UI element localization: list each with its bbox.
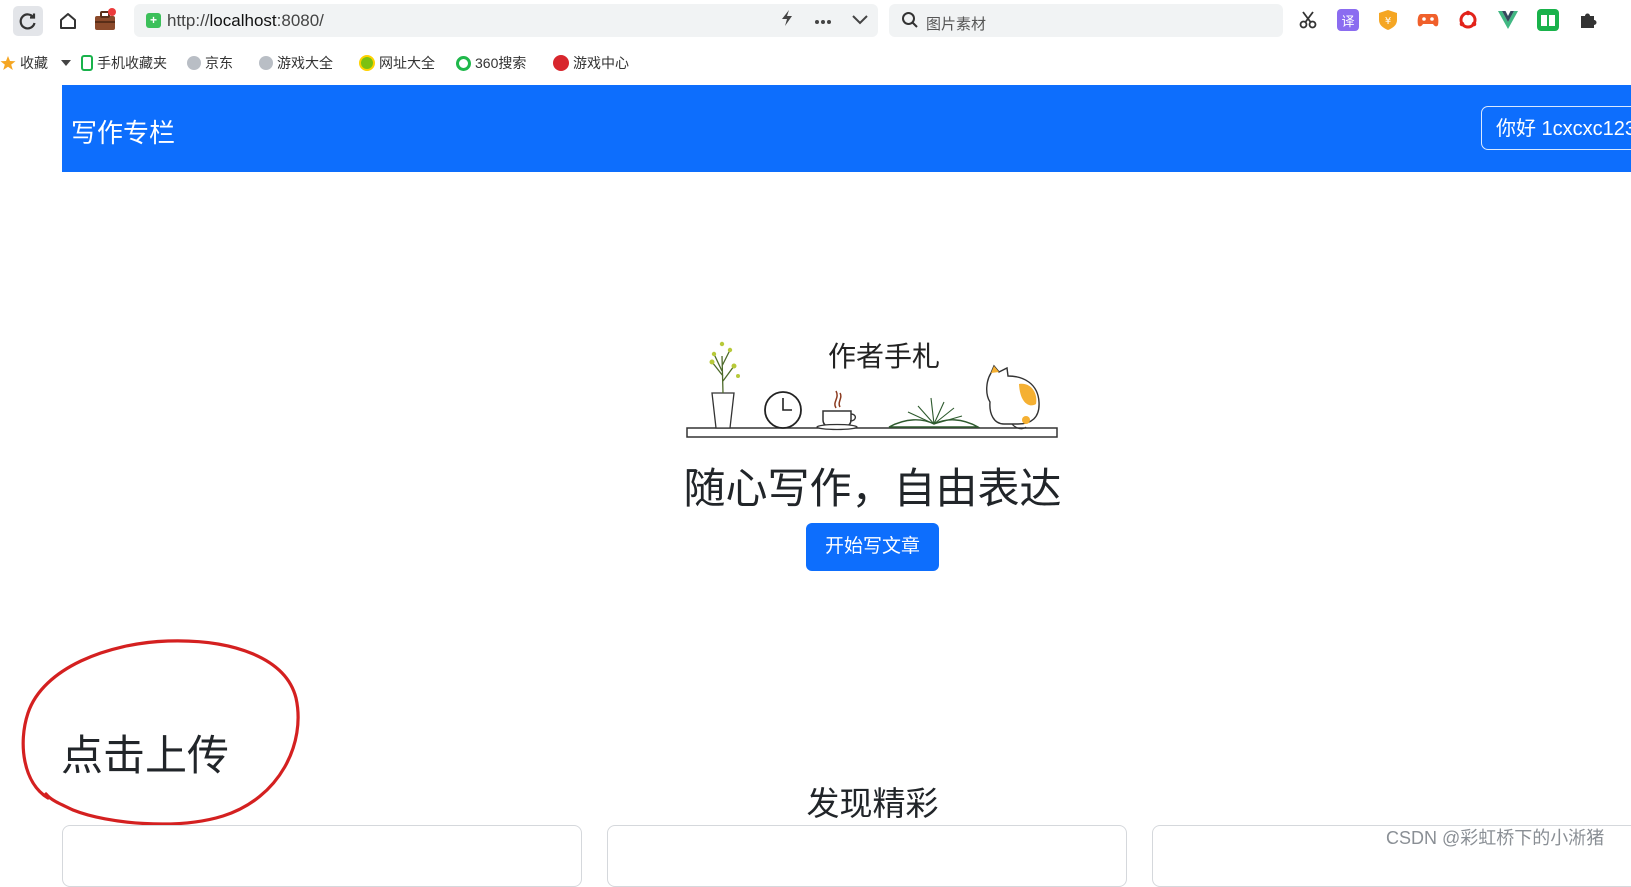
bookmark-mobile[interactable]: 手机收藏夹 xyxy=(81,52,167,74)
notification-dot xyxy=(108,8,116,16)
reload-icon[interactable] xyxy=(13,6,43,36)
search-placeholder: 图片素材 xyxy=(926,16,987,33)
bookmark-jd[interactable]: 京东 xyxy=(187,52,233,74)
bookmark-favorites[interactable]: 收藏 xyxy=(0,52,74,74)
caret-down-icon[interactable] xyxy=(58,58,74,68)
article-card[interactable] xyxy=(607,825,1127,887)
huawei-extension-icon[interactable] xyxy=(1457,9,1479,31)
chevron-down-icon[interactable] xyxy=(852,12,868,30)
more-icon[interactable] xyxy=(814,12,832,30)
bookmark-360search[interactable]: 360搜索 xyxy=(456,52,526,74)
game-extension-icon[interactable] xyxy=(1417,9,1439,31)
briefcase-icon[interactable] xyxy=(90,6,120,36)
scissors-icon[interactable] xyxy=(1297,9,1319,31)
game-center-icon xyxy=(553,55,569,71)
hero-slogan: 随心写作，自由表达 xyxy=(683,465,1062,512)
green-book-icon[interactable] xyxy=(1537,9,1559,31)
search-box[interactable]: 图片素材 xyxy=(889,4,1283,37)
user-greeting-button[interactable]: 你好 1cxcxc123 xyxy=(1481,106,1631,150)
csdn-watermark: CSDN @彩虹桥下的小淅猪 xyxy=(1386,828,1605,848)
bookmarks-bar: 收藏 手机收藏夹 京东 游戏大全 网址大全 360搜索 游戏中心 xyxy=(0,52,1631,74)
logo-title: 作者手札 xyxy=(828,340,940,373)
globe-icon xyxy=(259,56,273,70)
hero-logo-illustration: 作者手札 xyxy=(686,340,1058,438)
discover-title: 发现精彩 xyxy=(806,785,939,822)
site-nav-icon xyxy=(359,55,375,71)
svg-text:¥: ¥ xyxy=(1385,16,1391,27)
open-book-icon xyxy=(888,397,981,428)
phone-icon xyxy=(81,55,93,71)
article-card[interactable] xyxy=(62,825,582,887)
upload-link[interactable]: 点击上传 xyxy=(61,722,229,783)
shield-extension-icon[interactable]: ¥ xyxy=(1377,9,1399,31)
puzzle-icon[interactable] xyxy=(1577,9,1599,31)
url-text: http://localhost:8080/ xyxy=(167,11,324,30)
browser-toolbar: + http://localhost:8080/ 图片素材 译 ¥ xyxy=(0,0,1631,41)
translate-icon[interactable]: 译 xyxy=(1337,9,1359,31)
secure-shield-icon: + xyxy=(146,13,161,28)
360-search-icon xyxy=(456,55,471,71)
address-bar[interactable]: + http://localhost:8080/ xyxy=(134,4,878,37)
bookmark-sites[interactable]: 网址大全 xyxy=(359,52,435,74)
clock-icon xyxy=(764,391,802,429)
cat-icon xyxy=(986,364,1040,430)
vue-devtools-icon[interactable] xyxy=(1497,9,1519,31)
bookmark-gamecenter[interactable]: 游戏中心 xyxy=(553,52,629,74)
site-navbar: 写作专栏 你好 1cxcxc123 xyxy=(62,85,1631,172)
start-writing-button[interactable]: 开始写文章 xyxy=(806,523,939,571)
home-icon[interactable] xyxy=(53,6,83,36)
plant-icon xyxy=(709,341,740,429)
site-brand[interactable]: 写作专栏 xyxy=(71,113,175,150)
star-icon xyxy=(0,56,16,70)
globe-icon xyxy=(187,56,201,70)
lightning-icon[interactable] xyxy=(780,9,794,32)
coffee-cup-icon xyxy=(816,390,858,431)
search-icon xyxy=(901,11,919,34)
bookmark-games[interactable]: 游戏大全 xyxy=(259,52,333,74)
